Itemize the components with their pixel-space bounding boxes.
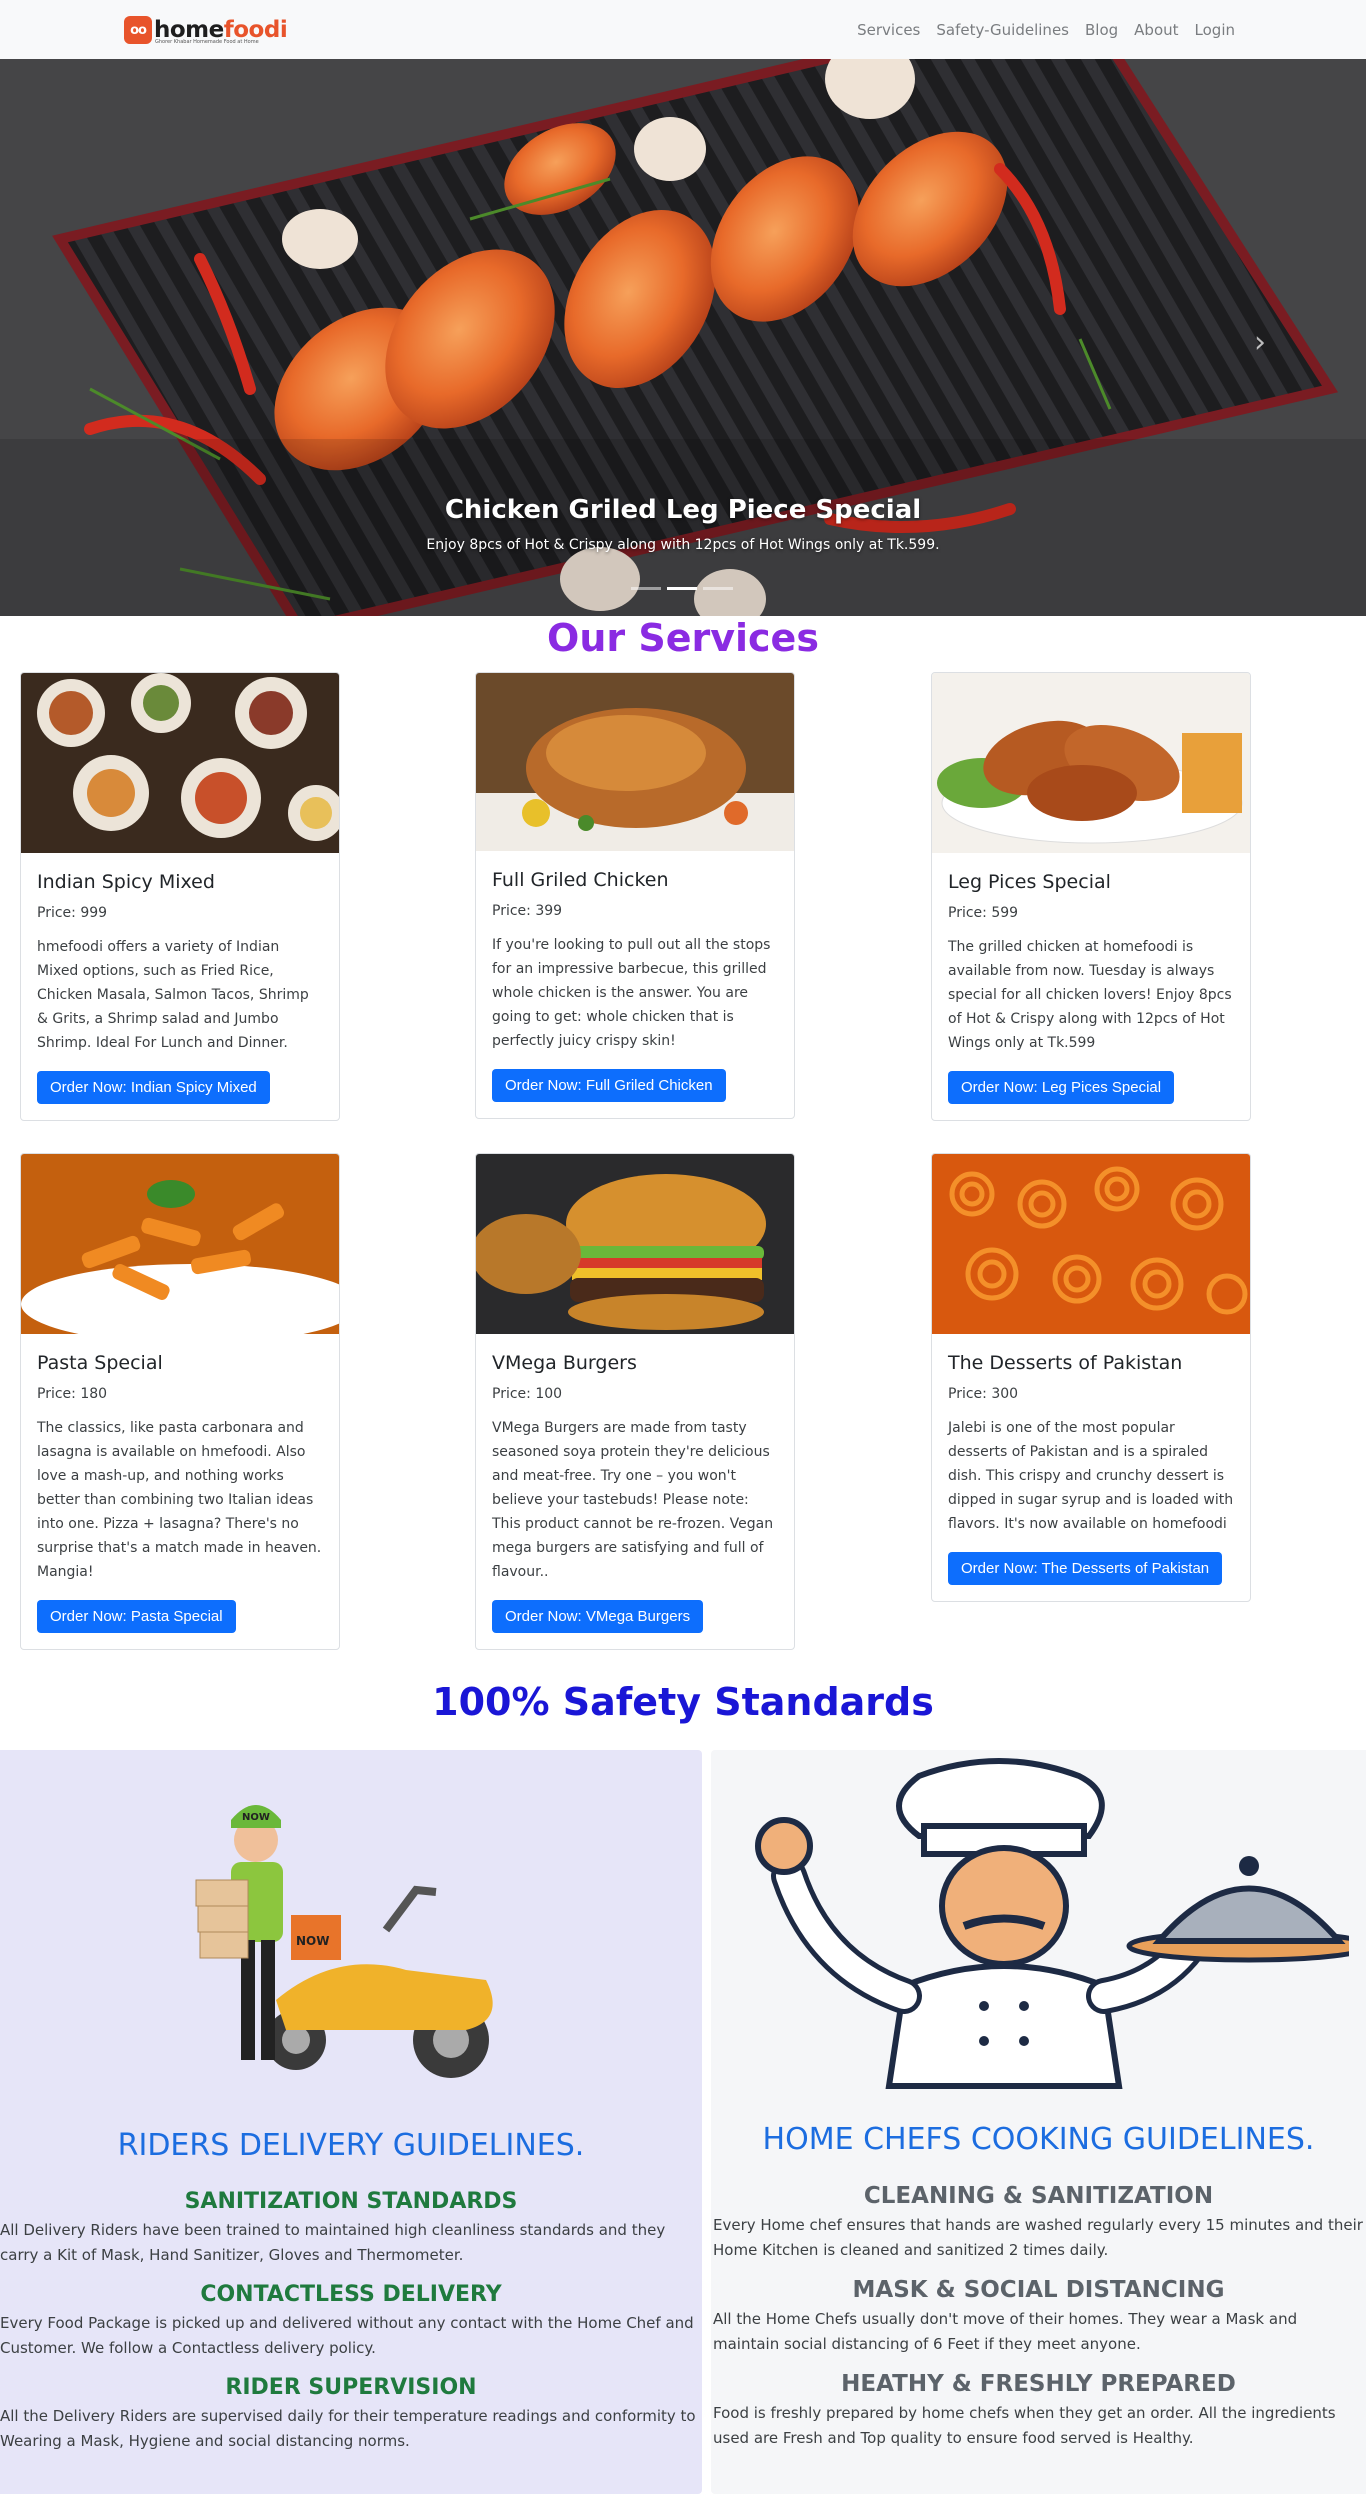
chefs-section-title: HEATHY & FRESHLY PREPARED	[841, 2371, 1236, 2397]
card-description: hmefoodi offers a variety of Indian Mixe…	[37, 939, 309, 1051]
service-card: Leg Pices Special Price: 599 The grilled…	[931, 672, 1251, 1121]
nav-link-services[interactable]: Services	[857, 21, 920, 39]
navbar: oo homefoodi Ghorer Khabar Homemade Food…	[0, 0, 1366, 59]
order-now-button[interactable]: Order Now: Full Griled Chicken	[492, 1069, 726, 1102]
chefs-section-text: Food is freshly prepared by home chefs w…	[713, 2404, 1336, 2447]
card-price: Price: 100	[492, 1386, 563, 1402]
food-image-pasta-special	[21, 1154, 339, 1334]
chef-illustration	[755, 1758, 1349, 2089]
food-image-full-griled-chicken	[476, 673, 794, 851]
card-price: Price: 180	[37, 1386, 108, 1402]
card-price: Price: 599	[948, 905, 1019, 921]
carousel-indicator[interactable]	[703, 587, 733, 590]
brand-tagline: Ghorer Khabar Homemade Food at Home	[155, 39, 259, 45]
chefs-section-title: MASK & SOCIAL DISTANCING	[852, 2277, 1225, 2303]
hero-subtitle: Enjoy 8pcs of Hot & Crispy along with 12…	[426, 537, 940, 553]
riders-section-text: Every Food Package is picked up and deli…	[0, 2314, 694, 2357]
services-title: Our Services	[547, 616, 819, 660]
card-price: Price: 399	[492, 903, 563, 919]
order-now-button[interactable]: Order Now: Pasta Special	[37, 1600, 236, 1633]
card-description: The grilled chicken at homefoodi is avai…	[948, 939, 1232, 1051]
nav-link-about[interactable]: About	[1134, 21, 1178, 39]
chefs-heading: HOME CHEFS COOKING GUIDELINES.	[762, 2122, 1315, 2157]
riders-section-title: RIDER SUPERVISION	[225, 2375, 477, 2400]
card-description: If you're looking to pull out all the st…	[492, 937, 771, 1049]
hero-carousel: › Chicken Griled Leg Piece Special Enjoy…	[0, 59, 1366, 616]
order-now-button[interactable]: Order Now: The Desserts of Pakistan	[948, 1552, 1223, 1585]
safety-title: 100% Safety Standards	[432, 1680, 934, 1724]
card-description: The classics, like pasta carbonara and l…	[37, 1420, 322, 1580]
food-image-leg-pices-special	[932, 673, 1250, 853]
card-price: Price: 999	[37, 905, 108, 921]
food-image-vmega-burgers	[476, 1154, 794, 1334]
chefs-guidelines-panel: HOME CHEFS COOKING GUIDELINES. CLEANING …	[711, 1750, 1366, 2494]
food-image-the-desserts-of-pakistan	[932, 1154, 1250, 1334]
carousel-indicators	[631, 587, 733, 590]
delivery-rider-illustration: NOW NOW	[195, 1805, 493, 2078]
card-description: Jalebi is one of the most popular desser…	[948, 1420, 1234, 1532]
card-title: VMega Burgers	[492, 1352, 637, 1374]
riders-section-text: All the Delivery Riders are supervised d…	[0, 2407, 696, 2450]
carousel-indicator[interactable]	[667, 587, 697, 590]
nav-link-safety-guidelines[interactable]: Safety-Guidelines	[936, 21, 1069, 39]
riders-guidelines-panel: NOW NOW RIDERS DELIVERY GUIDELINES. SANI…	[0, 1750, 702, 2494]
service-card: Indian Spicy Mixed Price: 999 hmefoodi o…	[20, 672, 340, 1121]
carousel-prev-button[interactable]	[86, 313, 126, 373]
service-card: Pasta Special Price: 180 The classics, l…	[20, 1153, 340, 1650]
service-card: VMega Burgers Price: 100 VMega Burgers a…	[475, 1153, 795, 1650]
carousel-indicator[interactable]	[631, 587, 661, 590]
nav-links: Services Safety-Guidelines Blog About Lo…	[857, 0, 1235, 59]
service-card: Full Griled Chicken Price: 399 If you're…	[475, 672, 795, 1119]
card-title: Leg Pices Special	[948, 871, 1111, 893]
service-card: The Desserts of Pakistan Price: 300 Jale…	[931, 1153, 1251, 1602]
chefs-section-title: CLEANING & SANITIZATION	[863, 2183, 1214, 2209]
card-title: The Desserts of Pakistan	[948, 1352, 1183, 1374]
order-now-button[interactable]: Order Now: VMega Burgers	[492, 1600, 704, 1633]
carousel-next-button[interactable]: ›	[1240, 313, 1280, 373]
nav-link-blog[interactable]: Blog	[1085, 21, 1118, 39]
nav-link-login[interactable]: Login	[1195, 21, 1235, 39]
chefs-section-text: Every Home chef ensures that hands are w…	[713, 2216, 1363, 2259]
brand-mark-icon: oo	[124, 16, 152, 44]
card-title: Indian Spicy Mixed	[37, 871, 215, 893]
order-now-button[interactable]: Order Now: Indian Spicy Mixed	[37, 1071, 270, 1104]
food-image-indian-spicy-mixed	[21, 673, 339, 853]
order-now-button[interactable]: Order Now: Leg Pices Special	[948, 1071, 1175, 1104]
riders-section-title: CONTACTLESS DELIVERY	[200, 2282, 502, 2307]
riders-section-text: All Delivery Riders have been trained to…	[0, 2221, 666, 2264]
riders-section-title: SANITIZATION STANDARDS	[184, 2189, 518, 2214]
riders-heading: RIDERS DELIVERY GUIDELINES.	[117, 2128, 585, 2163]
card-title: Full Griled Chicken	[492, 869, 669, 891]
hero-caption: Chicken Griled Leg Piece Special Enjoy 8…	[0, 495, 1366, 553]
card-description: VMega Burgers are made from tasty season…	[492, 1420, 774, 1580]
brand-logo[interactable]: oo homefoodi Ghorer Khabar Homemade Food…	[124, 14, 288, 46]
cap-logo: NOW	[242, 1812, 270, 1823]
chevron-right-icon: ›	[1254, 325, 1266, 360]
card-price: Price: 300	[948, 1386, 1019, 1402]
card-title: Pasta Special	[37, 1352, 163, 1374]
chefs-section-text: All the Home Chefs usually don't move of…	[713, 2310, 1298, 2353]
box-logo: NOW	[296, 1934, 329, 1948]
hero-title: Chicken Griled Leg Piece Special	[444, 495, 922, 525]
